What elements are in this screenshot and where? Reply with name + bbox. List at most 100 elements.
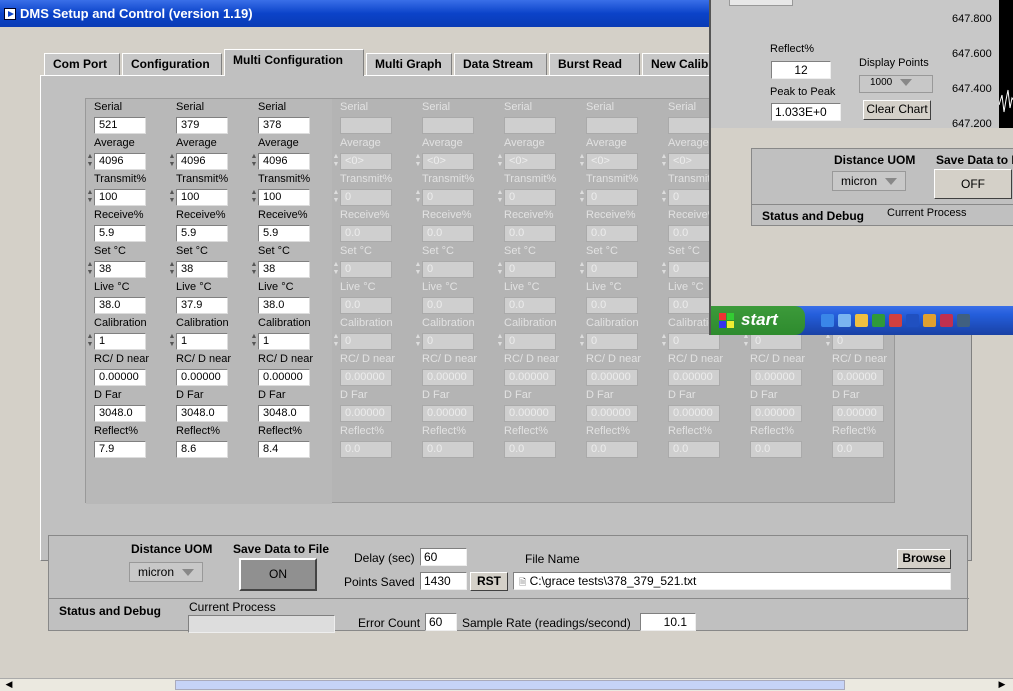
app-icon[interactable] — [906, 314, 919, 327]
overlay-save-data-toggle[interactable]: OFF — [934, 169, 1012, 199]
channel-average-field[interactable]: 4096 — [94, 153, 146, 170]
spinner-arrows-icon[interactable]: ▲▼ — [660, 261, 668, 278]
spinner-arrows-icon[interactable]: ▲▼ — [414, 333, 422, 350]
channel-transmit-field[interactable]: 100 — [94, 189, 146, 206]
channel-transmit-field[interactable]: 100 — [258, 189, 310, 206]
spinner-arrows-icon[interactable]: ▲▼ — [168, 261, 176, 278]
spinner-arrows-icon[interactable]: ▲▼ — [742, 333, 750, 350]
channel-rc-field[interactable]: 0.00000 — [94, 369, 146, 386]
channel-column: SerialAverage▲▼<0>Transmit%▲▼0Receive%0.… — [332, 99, 414, 504]
channel-live_c-field[interactable]: 38.0 — [94, 297, 146, 314]
spinner-arrows-icon[interactable]: ▲▼ — [332, 333, 340, 350]
spinner-arrows-icon[interactable]: ▲▼ — [168, 333, 176, 350]
spinner-arrows-icon[interactable]: ▲▼ — [414, 153, 422, 170]
tab-new-calibr[interactable]: New Calibr — [642, 53, 713, 75]
channel-receive-field[interactable]: 5.9 — [94, 225, 146, 242]
spinner-arrows-icon[interactable]: ▲▼ — [578, 261, 586, 278]
spinner-arrows-icon[interactable]: ▲▼ — [496, 261, 504, 278]
clear-chart-button[interactable]: Clear Chart — [863, 100, 931, 120]
excel-icon[interactable] — [872, 314, 885, 327]
field-label: RC/ D near — [750, 353, 806, 365]
channel-average-field[interactable]: 4096 — [258, 153, 310, 170]
field-label: Live °C — [340, 281, 376, 293]
channel-reflect-field[interactable]: 8.6 — [176, 441, 228, 458]
channel-reflect-field[interactable]: 8.4 — [258, 441, 310, 458]
file-path-input[interactable]: 🗎 C:\grace tests\378_379_521.txt — [513, 572, 951, 590]
spinner-arrows-icon[interactable]: ▲▼ — [660, 333, 668, 350]
channel-serial-field[interactable]: 378 — [258, 117, 310, 134]
channel-live_c-field[interactable]: 38.0 — [258, 297, 310, 314]
rst-button[interactable]: RST — [470, 572, 508, 591]
error-count-value: 60 — [425, 613, 457, 631]
tab-multi-graph[interactable]: Multi Graph — [366, 53, 452, 75]
overlay-distance-uom-select[interactable]: micron — [832, 171, 907, 191]
spinner-arrows-icon[interactable]: ▲▼ — [578, 153, 586, 170]
channel-rc-field[interactable]: 0.00000 — [176, 369, 228, 386]
channel-serial-field[interactable]: 379 — [176, 117, 228, 134]
display-points-select[interactable]: 1000 — [859, 75, 933, 93]
scroll-right-icon[interactable]: ▶ — [995, 679, 1009, 691]
channel-serial-field[interactable]: 521 — [94, 117, 146, 134]
spinner-arrows-icon[interactable]: ▲▼ — [332, 189, 340, 206]
spinner-arrows-icon[interactable]: ▲▼ — [824, 333, 832, 350]
tab-data-stream[interactable]: Data Stream — [454, 53, 547, 75]
spinner-arrows-icon[interactable]: ▲▼ — [414, 261, 422, 278]
tab-burst-read[interactable]: Burst Read — [549, 53, 640, 75]
channel-dfar-field[interactable]: 3048.0 — [176, 405, 228, 422]
channel-dfar-field[interactable]: 3048.0 — [94, 405, 146, 422]
channel-receive-field[interactable]: 5.9 — [258, 225, 310, 242]
tab-com-port[interactable]: Com Port — [44, 53, 120, 75]
channel-rc-field[interactable]: 0.00000 — [258, 369, 310, 386]
scroll-left-icon[interactable]: ◀ — [2, 679, 16, 691]
channel-receive-field[interactable]: 5.9 — [176, 225, 228, 242]
field-label: Receive% — [586, 209, 636, 221]
channel-transmit-field[interactable]: 100 — [176, 189, 228, 206]
start-button[interactable]: start — [711, 306, 805, 335]
channel-set_c-field[interactable]: 38 — [176, 261, 228, 278]
channel-set_c-field[interactable]: 38 — [258, 261, 310, 278]
spinner-arrows-icon[interactable]: ▲▼ — [332, 153, 340, 170]
spinner-arrows-icon[interactable]: ▲▼ — [496, 333, 504, 350]
spinner-arrows-icon[interactable]: ▲▼ — [496, 189, 504, 206]
spinner-arrows-icon[interactable]: ▲▼ — [250, 189, 258, 206]
folder-icon[interactable] — [855, 314, 868, 327]
spinner-arrows-icon[interactable]: ▲▼ — [250, 333, 258, 350]
channel-live_c-field[interactable]: 37.9 — [176, 297, 228, 314]
horizontal-scrollbar[interactable]: ◀ ▶ — [0, 678, 1013, 691]
spinner-arrows-icon[interactable]: ▲▼ — [86, 261, 94, 278]
spinner-arrows-icon[interactable]: ▲▼ — [496, 153, 504, 170]
tab-configuration[interactable]: Configuration — [122, 53, 222, 75]
app-icon[interactable] — [957, 314, 970, 327]
channel-calibration-field[interactable]: 1 — [258, 333, 310, 350]
save-data-toggle[interactable]: ON — [239, 558, 317, 591]
app-icon[interactable] — [923, 314, 936, 327]
scroll-thumb[interactable] — [175, 680, 845, 690]
app-icon[interactable] — [940, 314, 953, 327]
acrobat-icon[interactable] — [889, 314, 902, 327]
spinner-arrows-icon[interactable]: ▲▼ — [660, 189, 668, 206]
spinner-arrows-icon[interactable]: ▲▼ — [250, 261, 258, 278]
channel-average-field[interactable]: 4096 — [176, 153, 228, 170]
spinner-arrows-icon[interactable]: ▲▼ — [578, 189, 586, 206]
spinner-arrows-icon[interactable]: ▲▼ — [414, 189, 422, 206]
tab-multi-configuration[interactable]: Multi Configuration — [224, 49, 364, 76]
spinner-arrows-icon[interactable]: ▲▼ — [578, 333, 586, 350]
distance-uom-select[interactable]: micron — [129, 562, 204, 582]
delay-input[interactable]: 60 — [420, 548, 467, 566]
channel-calibration-field[interactable]: 1 — [176, 333, 228, 350]
channel-dfar-field[interactable]: 3048.0 — [258, 405, 310, 422]
channel-calibration-field[interactable]: 1 — [94, 333, 146, 350]
spinner-arrows-icon[interactable]: ▲▼ — [86, 153, 94, 170]
channel-set_c-field[interactable]: 38 — [94, 261, 146, 278]
spinner-arrows-icon[interactable]: ▲▼ — [86, 189, 94, 206]
spinner-arrows-icon[interactable]: ▲▼ — [168, 189, 176, 206]
spinner-arrows-icon[interactable]: ▲▼ — [250, 153, 258, 170]
ie-icon[interactable] — [821, 314, 834, 327]
spinner-arrows-icon[interactable]: ▲▼ — [332, 261, 340, 278]
outlook-icon[interactable] — [838, 314, 851, 327]
channel-reflect-field[interactable]: 7.9 — [94, 441, 146, 458]
browse-button[interactable]: Browse — [897, 549, 951, 569]
spinner-arrows-icon[interactable]: ▲▼ — [86, 333, 94, 350]
spinner-arrows-icon[interactable]: ▲▼ — [168, 153, 176, 170]
spinner-arrows-icon[interactable]: ▲▼ — [660, 153, 668, 170]
